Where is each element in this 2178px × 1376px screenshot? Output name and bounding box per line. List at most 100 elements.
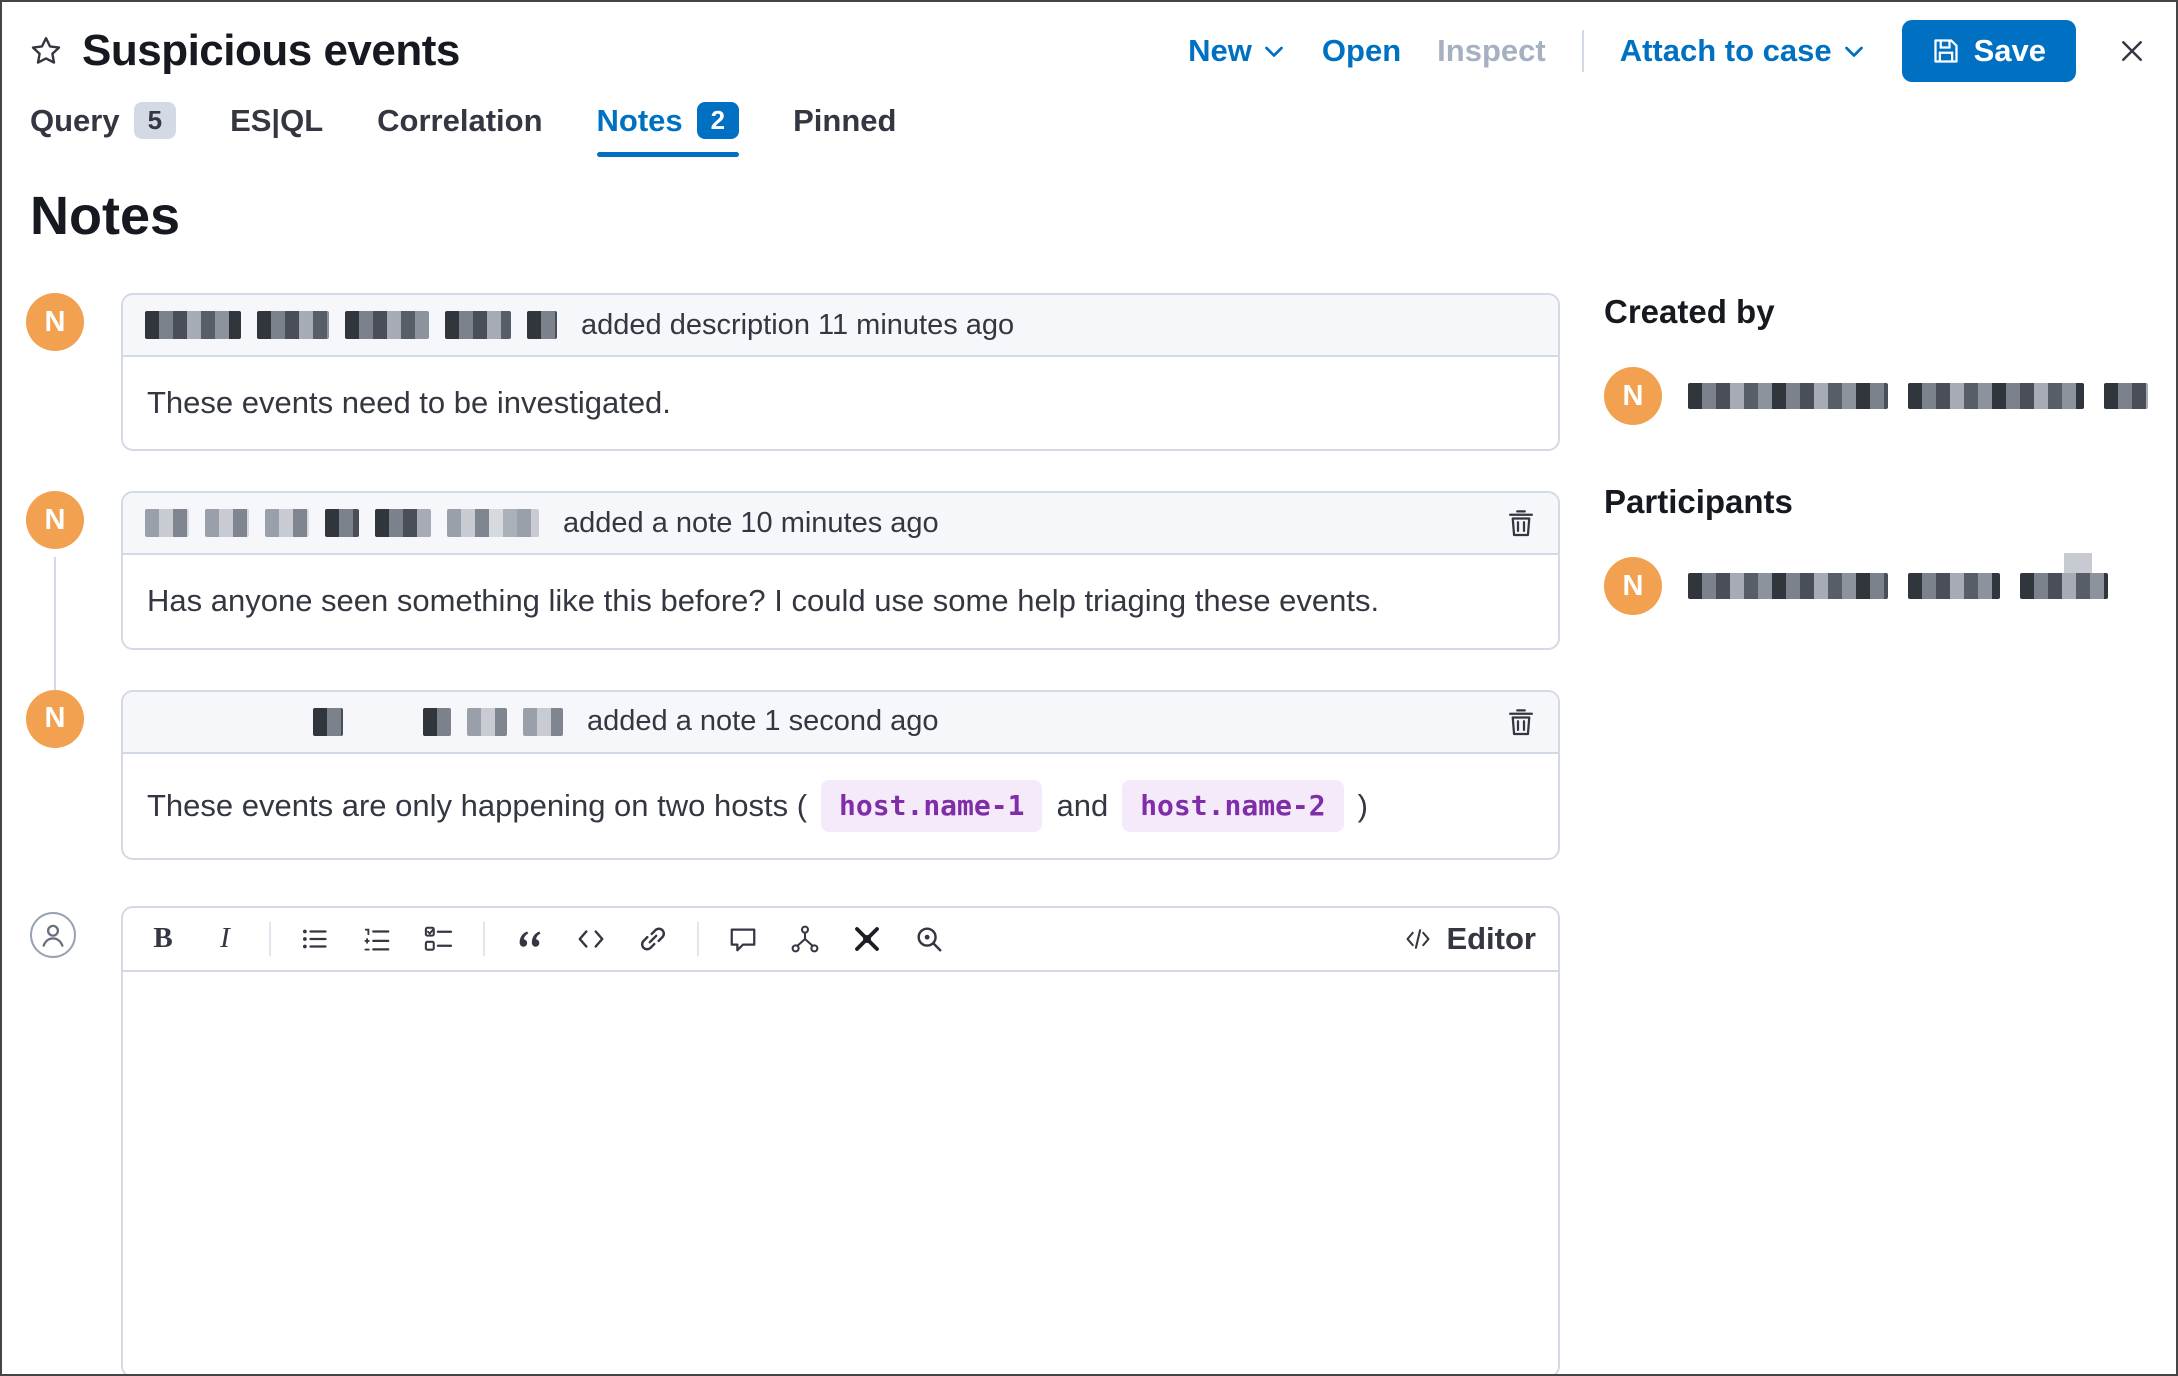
note-body-text: These events are only happening on two h… xyxy=(147,787,808,823)
open-button[interactable]: Open xyxy=(1322,33,1401,69)
toolbar-separator xyxy=(697,921,699,956)
link-button[interactable] xyxy=(635,921,671,957)
save-label: Save xyxy=(1973,33,2046,68)
link-icon xyxy=(638,924,668,954)
inspect-label: Inspect xyxy=(1437,33,1546,68)
note-avatar-column: N xyxy=(26,293,121,451)
note-action-text: added a note 1 second ago xyxy=(587,705,939,738)
avatar: N xyxy=(1604,557,1662,615)
task-list-button[interactable] xyxy=(421,921,457,957)
title-group: Suspicious events xyxy=(30,26,460,76)
quote-button[interactable] xyxy=(511,921,547,957)
note-body: These events are only happening on two h… xyxy=(123,754,1558,858)
code-button[interactable] xyxy=(573,921,609,957)
close-icon xyxy=(2118,37,2146,65)
note-card-header: added description 11 minutes ago xyxy=(123,295,1558,357)
close-button[interactable] xyxy=(2118,37,2146,65)
checklist-icon xyxy=(424,924,454,954)
hierarchy-icon xyxy=(790,924,820,954)
redacted-username xyxy=(2104,383,2148,409)
tab-query-badge: 5 xyxy=(133,102,177,139)
timeline-icon xyxy=(851,923,883,955)
note-card: added description 11 minutes ago These e… xyxy=(121,293,1560,452)
note-textarea[interactable] xyxy=(123,971,1558,1374)
code-editor-icon xyxy=(1404,925,1432,953)
new-note-editor-row: B I Editor xyxy=(26,905,1560,1374)
tab-query[interactable]: Query 5 xyxy=(30,102,177,157)
timeline-flyout: Suspicious events New Open Inspect Attac… xyxy=(0,0,2178,1376)
redacted-username xyxy=(523,707,563,736)
insert-osquery-button[interactable] xyxy=(911,921,947,957)
italic-button[interactable]: I xyxy=(207,921,243,957)
bold-button[interactable]: B xyxy=(145,921,181,957)
note-card: added a note 10 minutes ago Has anyone s… xyxy=(121,491,1560,650)
osquery-icon xyxy=(914,924,944,954)
save-button[interactable]: Save xyxy=(1901,20,2076,82)
notes-tab-content: Notes N added description 11 minutes ago xyxy=(2,157,2176,1374)
inspect-button[interactable]: Inspect xyxy=(1437,33,1546,69)
notes-sidebar: Created by N Participants N xyxy=(1604,157,2148,1374)
trash-icon xyxy=(1506,508,1536,538)
redacted-username xyxy=(445,311,511,339)
quote-icon xyxy=(514,924,544,954)
insert-timeline-button[interactable] xyxy=(849,921,885,957)
notes-heading: Notes xyxy=(30,186,181,246)
user-avatar-placeholder xyxy=(30,911,76,958)
note-card-header: added a note 1 second ago xyxy=(123,691,1558,754)
note-action-text: added description 11 minutes ago xyxy=(581,308,1015,341)
redacted-username xyxy=(313,707,343,736)
note-body-text: and xyxy=(1056,787,1109,823)
note-card-header: added a note 10 minutes ago xyxy=(123,493,1558,556)
redacted-username xyxy=(257,311,329,339)
created-by-heading: Created by xyxy=(1604,293,1775,330)
avatar: N xyxy=(26,491,84,550)
page-title: Suspicious events xyxy=(82,26,460,75)
bullet-list-icon xyxy=(300,924,330,954)
italic-icon: I xyxy=(220,922,230,955)
host-name-chip: host.name-1 xyxy=(821,779,1043,832)
redacted-username xyxy=(345,311,429,339)
note-item: N added description 11 minutes ago These… xyxy=(26,293,1560,452)
open-label: Open xyxy=(1321,33,1402,68)
new-menu-button[interactable]: New xyxy=(1188,33,1286,69)
note-body: Has anyone seen something like this befo… xyxy=(147,583,1380,619)
attach-to-case-button[interactable]: Attach to case xyxy=(1620,33,1866,69)
favorite-star-icon[interactable] xyxy=(30,35,62,67)
note-item: N added a note 10 minutes ago Has anyone… xyxy=(26,491,1560,690)
redacted-username xyxy=(2020,553,2108,599)
tab-correlation[interactable]: Correlation xyxy=(377,102,542,157)
tab-notes-label: Notes xyxy=(596,102,683,138)
tab-esql[interactable]: ES|QL xyxy=(230,102,323,157)
redacted-username xyxy=(375,509,431,538)
notes-main-column: Notes N added description 11 minutes ago xyxy=(26,157,1560,1374)
editor-preview-toggle[interactable]: Editor xyxy=(1404,921,1536,957)
insert-investigation-button[interactable] xyxy=(787,921,823,957)
note-avatar-column: N xyxy=(26,689,121,860)
note-body-text: ) xyxy=(1357,787,1368,823)
header-actions: New Open Inspect Attach to case Save xyxy=(1188,20,2146,82)
avatar: N xyxy=(1604,367,1662,425)
created-by-user: N xyxy=(1604,367,2148,425)
redacted-username xyxy=(423,707,451,736)
host-name-chip: host.name-2 xyxy=(1122,779,1344,832)
tab-correlation-label: Correlation xyxy=(377,102,543,138)
insert-comment-button[interactable] xyxy=(725,921,761,957)
timeline-tabs: Query 5 ES|QL Correlation Notes 2 Pinned xyxy=(2,92,2176,157)
trash-icon xyxy=(1506,707,1536,737)
unordered-list-button[interactable] xyxy=(297,921,333,957)
note-action-text: added a note 10 minutes ago xyxy=(563,506,939,539)
chevron-down-icon xyxy=(1262,39,1286,63)
note-avatar-column: N xyxy=(26,491,121,649)
redacted-username xyxy=(145,311,241,339)
ordered-list-button[interactable] xyxy=(359,921,395,957)
person-icon xyxy=(36,918,70,952)
tab-notes-badge: 2 xyxy=(696,102,740,139)
tab-notes[interactable]: Notes 2 xyxy=(596,102,740,157)
delete-note-button[interactable] xyxy=(1506,707,1536,737)
redacted-username xyxy=(527,311,557,339)
delete-note-button[interactable] xyxy=(1506,508,1536,538)
attach-to-case-label: Attach to case xyxy=(1619,33,1832,68)
code-icon xyxy=(576,924,606,954)
markdown-editor: B I Editor xyxy=(121,905,1560,1374)
tab-pinned[interactable]: Pinned xyxy=(793,102,896,157)
